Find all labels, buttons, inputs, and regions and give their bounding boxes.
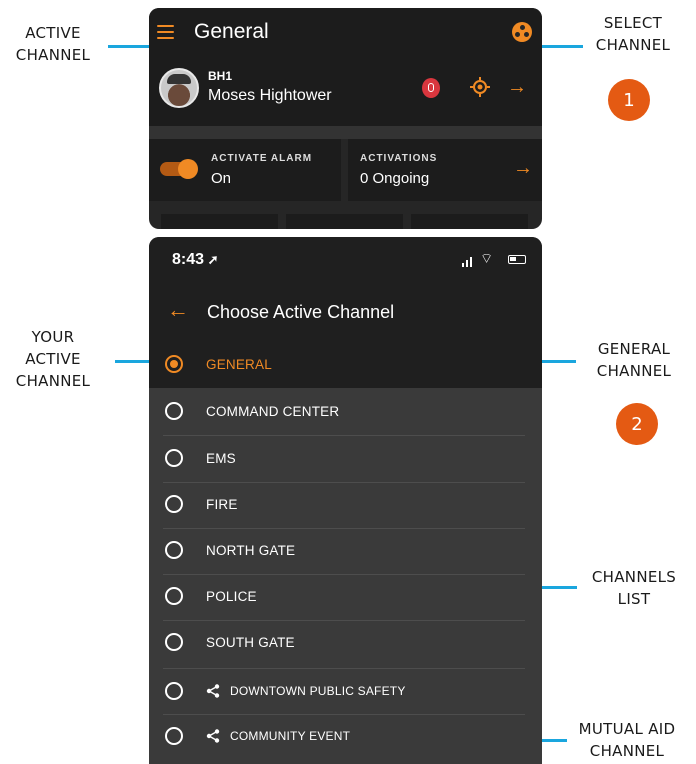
tile-stub-3 — [411, 214, 528, 229]
channel-option[interactable]: EMS — [163, 436, 525, 482]
channel-label: FIRE — [206, 497, 238, 512]
radio-icon[interactable] — [165, 587, 183, 605]
badge-medal-icon[interactable] — [422, 78, 440, 98]
alarm-value: On — [211, 170, 232, 187]
channel-label: COMMAND CENTER — [206, 404, 340, 419]
tile-stub-2 — [286, 214, 403, 229]
step-badge-1: 1 — [608, 79, 650, 121]
channel-option[interactable]: COMMAND CENTER — [163, 389, 525, 435]
top-app-bar: General — [149, 8, 542, 56]
section-divider — [149, 126, 542, 139]
channel-label: COMMUNITY EVENT — [230, 729, 351, 743]
shared-channel-option[interactable]: DOWNTOWN PUBLIC SAFETY — [163, 669, 525, 715]
radio-icon[interactable] — [165, 727, 183, 745]
share-icon — [206, 729, 220, 743]
callout-active-channel: ACTIVE CHANNEL — [15, 24, 91, 64]
radio-icon[interactable] — [165, 495, 183, 513]
radio-icon[interactable] — [165, 682, 183, 700]
shared-channel-option[interactable]: COMMUNITY EVENT — [163, 714, 525, 760]
channel-option[interactable]: NORTH GATE — [163, 528, 525, 574]
radio-icon[interactable] — [165, 402, 183, 420]
radio-icon[interactable] — [165, 633, 183, 651]
avatar — [159, 68, 199, 108]
user-id: BH1 — [208, 69, 233, 83]
channel-option[interactable]: FIRE — [163, 482, 525, 528]
channel-label: GENERAL — [206, 357, 272, 372]
activations-arrow-right-icon[interactable]: → — [513, 157, 533, 180]
user-arrow-right-icon[interactable]: → — [507, 76, 527, 99]
share-icon — [206, 684, 220, 698]
callout-channels-list: CHANNELS LIST — [591, 568, 677, 608]
page-title: Choose Active Channel — [207, 302, 395, 322]
channel-option-general[interactable]: GENERAL — [163, 342, 525, 388]
user-row[interactable]: BH1 Moses Hightower → — [149, 56, 542, 126]
status-time: 8:43 ➚ — [172, 251, 219, 268]
callout-mutual-aid: MUTUAL AID CHANNEL — [578, 720, 676, 760]
status-bar-icons: ⌔ — [462, 250, 526, 267]
radio-selected-icon[interactable] — [165, 355, 183, 373]
activate-alarm-card[interactable]: ACTIVATE ALARM On — [149, 139, 341, 201]
tile-stub-1 — [161, 214, 278, 229]
radio-icon[interactable] — [165, 449, 183, 467]
step-badge-2: 2 — [616, 403, 658, 445]
back-arrow-icon[interactable]: ← — [167, 297, 189, 323]
menu-icon[interactable] — [157, 25, 174, 39]
channel-label: POLICE — [206, 589, 257, 604]
home-screen-panel: General BH1 Moses Hightower → ACTIVATE A… — [149, 8, 542, 229]
activations-label: ACTIVATIONS — [360, 153, 438, 164]
channel-option[interactable]: SOUTH GATE — [163, 620, 525, 666]
channel-label: DOWNTOWN PUBLIC SAFETY — [230, 684, 406, 698]
channel-screen-header: 8:43 ➚ ⌔ ← Choose Active Channel GENERAL — [149, 237, 542, 388]
user-name: Moses Hightower — [208, 87, 332, 104]
select-channel-icon[interactable] — [512, 22, 532, 42]
channel-label: NORTH GATE — [206, 543, 296, 558]
radio-icon[interactable] — [165, 541, 183, 559]
wifi-icon: ⌔ — [480, 250, 494, 266]
location-target-icon[interactable] — [470, 77, 490, 97]
channel-label: SOUTH GATE — [206, 635, 295, 650]
activations-card[interactable]: ACTIVATIONS 0 Ongoing → — [348, 139, 542, 201]
callout-your-active-channel: YOUR ACTIVE CHANNEL — [15, 328, 91, 390]
activations-value: 0 Ongoing — [360, 170, 430, 187]
callout-select-channel: SELECT CHANNEL — [595, 14, 671, 54]
choose-channel-screen: 8:43 ➚ ⌔ ← Choose Active Channel GENERAL… — [149, 237, 542, 764]
active-channel-title[interactable]: General — [194, 20, 269, 44]
channel-option[interactable]: POLICE — [163, 574, 525, 620]
channel-label: EMS — [206, 451, 236, 466]
alarm-label: ACTIVATE ALARM — [211, 153, 313, 164]
callout-general-channel: GENERAL CHANNEL — [596, 340, 672, 380]
alarm-toggle[interactable] — [160, 159, 198, 179]
battery-icon — [508, 255, 526, 264]
